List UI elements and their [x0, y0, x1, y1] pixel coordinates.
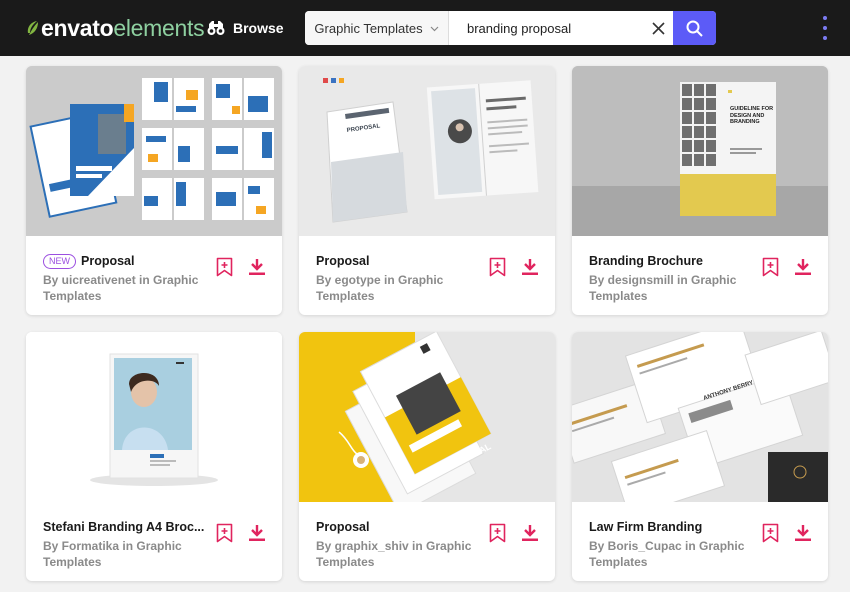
proposal-brochure-preview [26, 66, 282, 236]
search-input[interactable] [449, 11, 643, 45]
card-info: Stefani Branding A4 Broc... By Formatika… [26, 502, 282, 581]
card-title[interactable]: Proposal [316, 520, 370, 534]
close-icon [651, 21, 665, 35]
dot-icon [823, 26, 827, 30]
card-title[interactable]: Law Firm Branding [589, 520, 702, 534]
results-grid: NEW Proposal By uicreativenet in Graphic… [26, 66, 828, 581]
download-icon [522, 525, 538, 541]
bookmark-button[interactable] [487, 256, 507, 278]
download-icon [522, 259, 538, 275]
card-info: NEW Proposal By uicreativenet in Graphic… [26, 236, 282, 315]
download-button[interactable] [793, 522, 813, 544]
top-bar: envatoelements Browse Graphic Templates [0, 0, 850, 56]
bookmark-button[interactable] [214, 522, 234, 544]
bookmark-button[interactable] [760, 522, 780, 544]
download-icon [249, 259, 265, 275]
result-card: PROPOSAL Proposal By graphix_shiv in Gra… [299, 332, 555, 581]
card-title[interactable]: Stefani Branding A4 Broc... [43, 520, 204, 534]
search-bar: Graphic Templates [305, 11, 716, 45]
download-icon [249, 525, 265, 541]
proposal-brochure-preview: PROPOSAL [299, 332, 555, 502]
bookmark-button[interactable] [760, 256, 780, 278]
clear-search-button[interactable] [643, 11, 673, 45]
thumbnail-image[interactable]: GUIDELINE FOR DESIGN AND BRANDING [572, 66, 828, 236]
logo-text-main: envato [41, 14, 114, 41]
card-title[interactable]: Proposal [81, 254, 135, 268]
card-info: Proposal By graphix_shiv in Graphic Temp… [299, 502, 555, 581]
download-button[interactable] [793, 256, 813, 278]
chevron-down-icon [430, 26, 439, 31]
bookmark-plus-icon [762, 523, 778, 543]
download-button[interactable] [247, 522, 267, 544]
bookmark-plus-icon [489, 257, 505, 277]
browse-label: Browse [233, 20, 284, 36]
download-button[interactable] [520, 256, 540, 278]
thumbnail-image[interactable]: PROPOSAL [299, 332, 555, 502]
search-icon [686, 20, 703, 37]
stefani-brochure-preview [26, 332, 282, 502]
card-author[interactable]: By Boris_Cupac in Graphic Templates [589, 539, 749, 570]
result-card: GUIDELINE FOR DESIGN AND BRANDING Brandi… [572, 66, 828, 315]
cover-title: GUIDELINE FOR DESIGN AND BRANDING [730, 106, 774, 125]
card-title[interactable]: Branding Brochure [589, 254, 703, 268]
envato-elements-logo[interactable]: envatoelements [26, 13, 205, 43]
download-icon [795, 259, 811, 275]
bookmark-plus-icon [216, 523, 232, 543]
bookmark-button[interactable] [487, 522, 507, 544]
result-card: NEW Proposal By uicreativenet in Graphic… [26, 66, 282, 315]
thumbnail-image[interactable] [26, 332, 282, 502]
card-title[interactable]: Proposal [316, 254, 370, 268]
new-badge: NEW [43, 253, 76, 269]
bookmark-plus-icon [216, 257, 232, 277]
result-card: PROPOSAL Proposal By egotype in Graphic … [299, 66, 555, 315]
card-author[interactable]: By uicreativenet in Graphic Templates [43, 273, 203, 304]
download-icon [795, 525, 811, 541]
binoculars-icon [207, 21, 225, 35]
bookmark-plus-icon [762, 257, 778, 277]
bookmark-button[interactable] [214, 256, 234, 278]
law-firm-branding-preview: ANTHONY BERRY [572, 332, 828, 502]
thumbnail-image[interactable] [26, 66, 282, 236]
proposal-brochure-preview: PROPOSAL [299, 66, 555, 236]
card-info: Law Firm Branding By Boris_Cupac in Grap… [572, 502, 828, 581]
card-info: Branding Brochure By designsmill in Grap… [572, 236, 828, 315]
more-menu-button[interactable] [820, 16, 830, 40]
download-button[interactable] [520, 522, 540, 544]
card-author[interactable]: By designsmill in Graphic Templates [589, 273, 749, 304]
category-select[interactable]: Graphic Templates [305, 11, 449, 45]
card-info: Proposal By egotype in Graphic Templates [299, 236, 555, 315]
branding-brochure-preview: GUIDELINE FOR DESIGN AND BRANDING [572, 66, 828, 236]
card-author[interactable]: By graphix_shiv in Graphic Templates [316, 539, 476, 570]
bookmark-plus-icon [489, 523, 505, 543]
thumbnail-image[interactable]: ANTHONY BERRY [572, 332, 828, 502]
search-button[interactable] [673, 11, 716, 45]
logo-text-light: elements [113, 14, 205, 41]
leaf-icon [27, 21, 38, 35]
dot-icon [823, 36, 827, 40]
result-card: Stefani Branding A4 Broc... By Formatika… [26, 332, 282, 581]
browse-button[interactable]: Browse [207, 18, 284, 38]
card-author[interactable]: By Formatika in Graphic Templates [43, 539, 203, 570]
dot-icon [823, 16, 827, 20]
download-button[interactable] [247, 256, 267, 278]
thumbnail-image[interactable]: PROPOSAL [299, 66, 555, 236]
category-select-value: Graphic Templates [314, 20, 423, 36]
result-card: ANTHONY BERRY Law Firm Branding By Boris… [572, 332, 828, 581]
card-author[interactable]: By egotype in Graphic Templates [316, 273, 476, 304]
